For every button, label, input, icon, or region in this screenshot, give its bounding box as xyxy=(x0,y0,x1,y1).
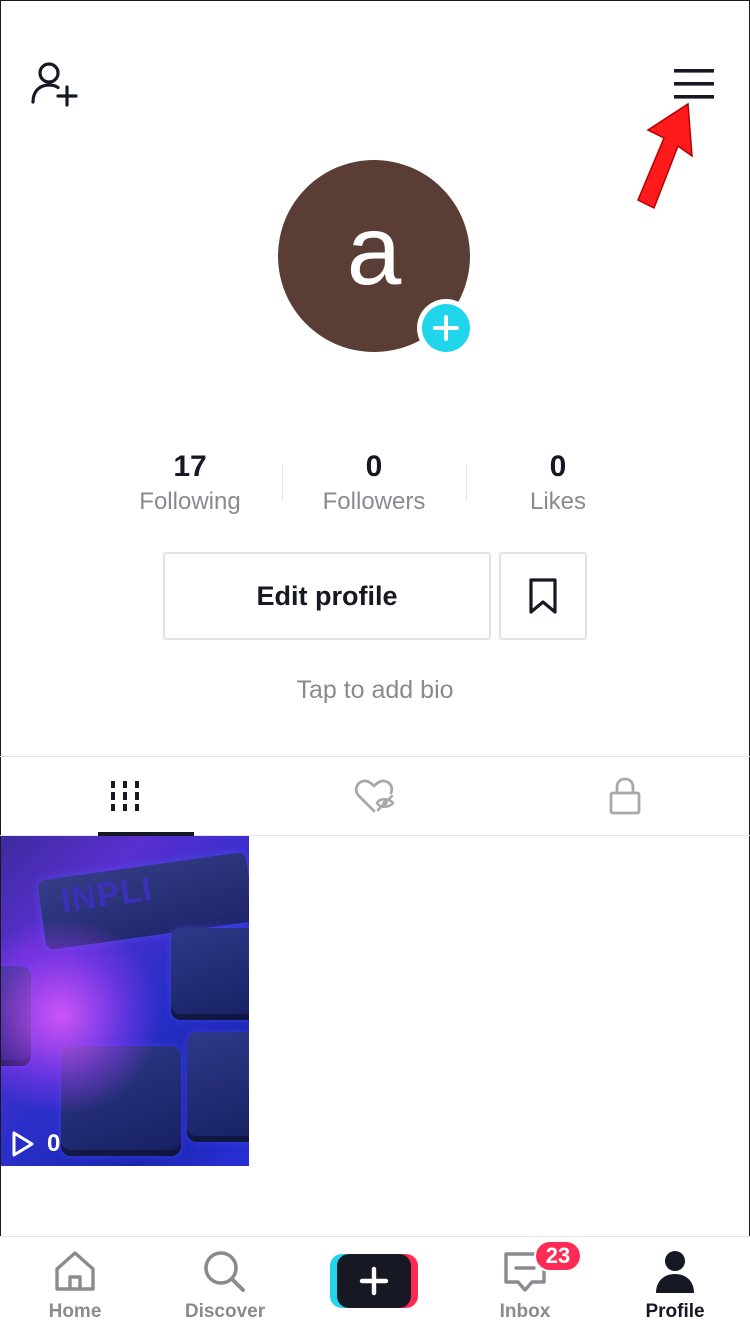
nav-home-label: Home xyxy=(48,1301,102,1322)
bookmark-icon xyxy=(529,578,557,614)
play-icon xyxy=(12,1131,34,1157)
plus-icon xyxy=(433,315,459,341)
home-icon xyxy=(55,1251,95,1291)
likes-count: 0 xyxy=(549,450,567,483)
add-friend-button[interactable] xyxy=(30,60,82,110)
person-add-icon xyxy=(31,62,78,107)
add-bio-prompt[interactable]: Tap to add bio xyxy=(0,676,750,705)
nav-inbox-label: Inbox xyxy=(499,1301,551,1322)
nav-discover[interactable]: Discover xyxy=(150,1237,300,1334)
profile-stats: 17 Following 0 Followers 0 Likes xyxy=(98,448,650,522)
menu-button[interactable] xyxy=(670,64,718,104)
thumb-key xyxy=(171,928,249,1020)
content-tabs xyxy=(0,756,750,836)
tab-liked[interactable] xyxy=(250,757,500,835)
thumb-key xyxy=(187,1032,249,1142)
stat-likes[interactable]: 0 Likes xyxy=(466,448,650,522)
inbox-badge: 23 xyxy=(534,1240,582,1272)
favorites-button[interactable] xyxy=(499,552,587,640)
grid-icon xyxy=(111,781,139,811)
lock-icon xyxy=(609,777,641,815)
following-label: Following xyxy=(139,488,241,515)
likes-label: Likes xyxy=(529,488,587,515)
play-count-row: 0 xyxy=(11,1130,60,1158)
stat-followers[interactable]: 0 Followers xyxy=(282,448,466,522)
tab-videos[interactable] xyxy=(0,757,250,835)
create-video-button[interactable] xyxy=(330,1252,418,1310)
plus-icon xyxy=(330,1254,418,1308)
person-icon xyxy=(656,1251,694,1293)
add-photo-circle xyxy=(422,304,470,352)
liked-hidden-icon xyxy=(354,779,395,813)
following-count: 17 xyxy=(173,450,207,483)
nav-home[interactable]: Home xyxy=(0,1237,150,1334)
red-arrow-annotation xyxy=(637,102,693,210)
hamburger-menu-icon xyxy=(674,69,714,99)
nav-profile-label: Profile xyxy=(645,1301,705,1322)
edit-profile-button[interactable]: Edit profile xyxy=(163,552,491,640)
followers-label: Followers xyxy=(322,488,426,515)
play-count: 0 xyxy=(47,1130,61,1157)
stat-following[interactable]: 17 Following xyxy=(98,448,282,522)
search-icon xyxy=(204,1251,245,1292)
followers-count: 0 xyxy=(365,450,383,483)
tab-private[interactable] xyxy=(500,757,750,835)
nav-discover-label: Discover xyxy=(184,1301,266,1322)
nav-profile[interactable]: Profile xyxy=(600,1237,750,1334)
add-photo-button[interactable] xyxy=(417,299,475,357)
video-thumbnail[interactable]: INPLI 0 xyxy=(1,836,249,1166)
avatar-letter: a xyxy=(346,195,402,305)
